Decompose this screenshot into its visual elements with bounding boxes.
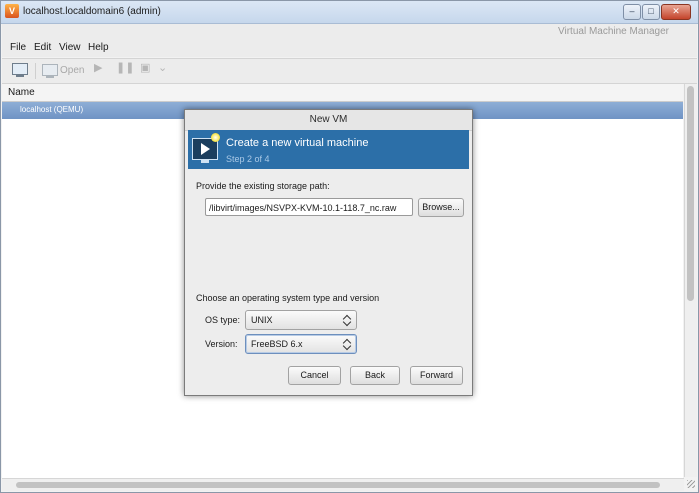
resize-grip-icon[interactable] <box>687 480 695 488</box>
new-vm-wizard-icon <box>192 133 220 160</box>
connection-label: localhost (QEMU) <box>20 105 84 114</box>
column-header-label: Name <box>8 87 35 98</box>
maximize-button[interactable]: □ <box>642 4 660 20</box>
new-vm-icon <box>12 63 28 77</box>
horizontal-scroll-thumb[interactable] <box>16 482 660 488</box>
window-title: localhost.localdomain6 (admin) <box>23 6 161 17</box>
version-value: FreeBSD 6.x <box>251 339 303 349</box>
browse-button[interactable]: Browse... <box>418 198 464 217</box>
os-section-label: Choose an operating system type and vers… <box>196 293 380 303</box>
open-button[interactable]: Open <box>42 63 86 79</box>
toolbar: Open ▶ ❚❚ ▣ ⌄ <box>2 58 697 84</box>
menu-edit[interactable]: Edit <box>34 42 51 53</box>
monitor-stand-icon <box>201 160 209 163</box>
wizard-title: Create a new virtual machine <box>226 137 369 149</box>
cancel-button[interactable]: Cancel <box>288 366 341 385</box>
wizard-banner: Create a new virtual machine Step 2 of 4 <box>188 130 469 169</box>
dialog-title: New VM <box>185 110 472 131</box>
updown-arrows-icon <box>342 314 352 327</box>
play-icon <box>201 143 210 155</box>
pause-icon[interactable]: ❚❚ <box>116 61 134 74</box>
os-type-value: UNIX <box>251 315 273 325</box>
toolbar-separator <box>35 63 36 79</box>
vertical-scroll-thumb[interactable] <box>687 86 694 301</box>
open-vm-icon <box>42 64 58 78</box>
run-icon[interactable]: ▶ <box>94 61 102 74</box>
version-label: Version: <box>205 339 238 349</box>
title-bar[interactable]: V localhost.localdomain6 (admin) – □ ✕ <box>1 1 698 24</box>
vertical-scrollbar[interactable] <box>684 84 697 477</box>
horizontal-scrollbar[interactable] <box>2 478 684 491</box>
virt-manager-app-icon: V <box>5 4 19 18</box>
storage-path-input[interactable]: /libvirt/images/NSVPX-KVM-10.1-118.7_nc.… <box>205 198 413 216</box>
updown-arrows-icon <box>342 338 352 351</box>
menu-file[interactable]: File <box>10 42 26 53</box>
menu-help[interactable]: Help <box>88 42 109 53</box>
close-button[interactable]: ✕ <box>661 4 691 20</box>
back-button[interactable]: Back <box>350 366 400 385</box>
shutdown-icon[interactable]: ▣ <box>140 61 150 74</box>
open-button-label: Open <box>60 65 85 76</box>
menu-view[interactable]: View <box>59 42 81 53</box>
shutdown-dropdown-icon[interactable]: ⌄ <box>158 61 167 74</box>
os-type-select[interactable]: UNIX <box>245 310 357 330</box>
version-select[interactable]: FreeBSD 6.x <box>245 334 357 354</box>
new-vm-button[interactable] <box>11 63 29 79</box>
storage-path-label: Provide the existing storage path: <box>196 181 330 191</box>
column-header-name[interactable]: Name <box>2 84 683 102</box>
menu-bar: File Edit View Help <box>2 39 697 57</box>
wizard-step: Step 2 of 4 <box>226 154 270 164</box>
minimize-button[interactable]: – <box>623 4 641 20</box>
forward-button[interactable]: Forward <box>410 366 463 385</box>
sparkle-icon <box>211 133 220 142</box>
app-name-label: Virtual Machine Manager <box>558 26 669 37</box>
app-header: Virtual Machine Manager <box>2 24 697 40</box>
new-vm-dialog: New VM Create a new virtual machine Step… <box>184 109 473 396</box>
os-type-label: OS type: <box>205 315 241 325</box>
